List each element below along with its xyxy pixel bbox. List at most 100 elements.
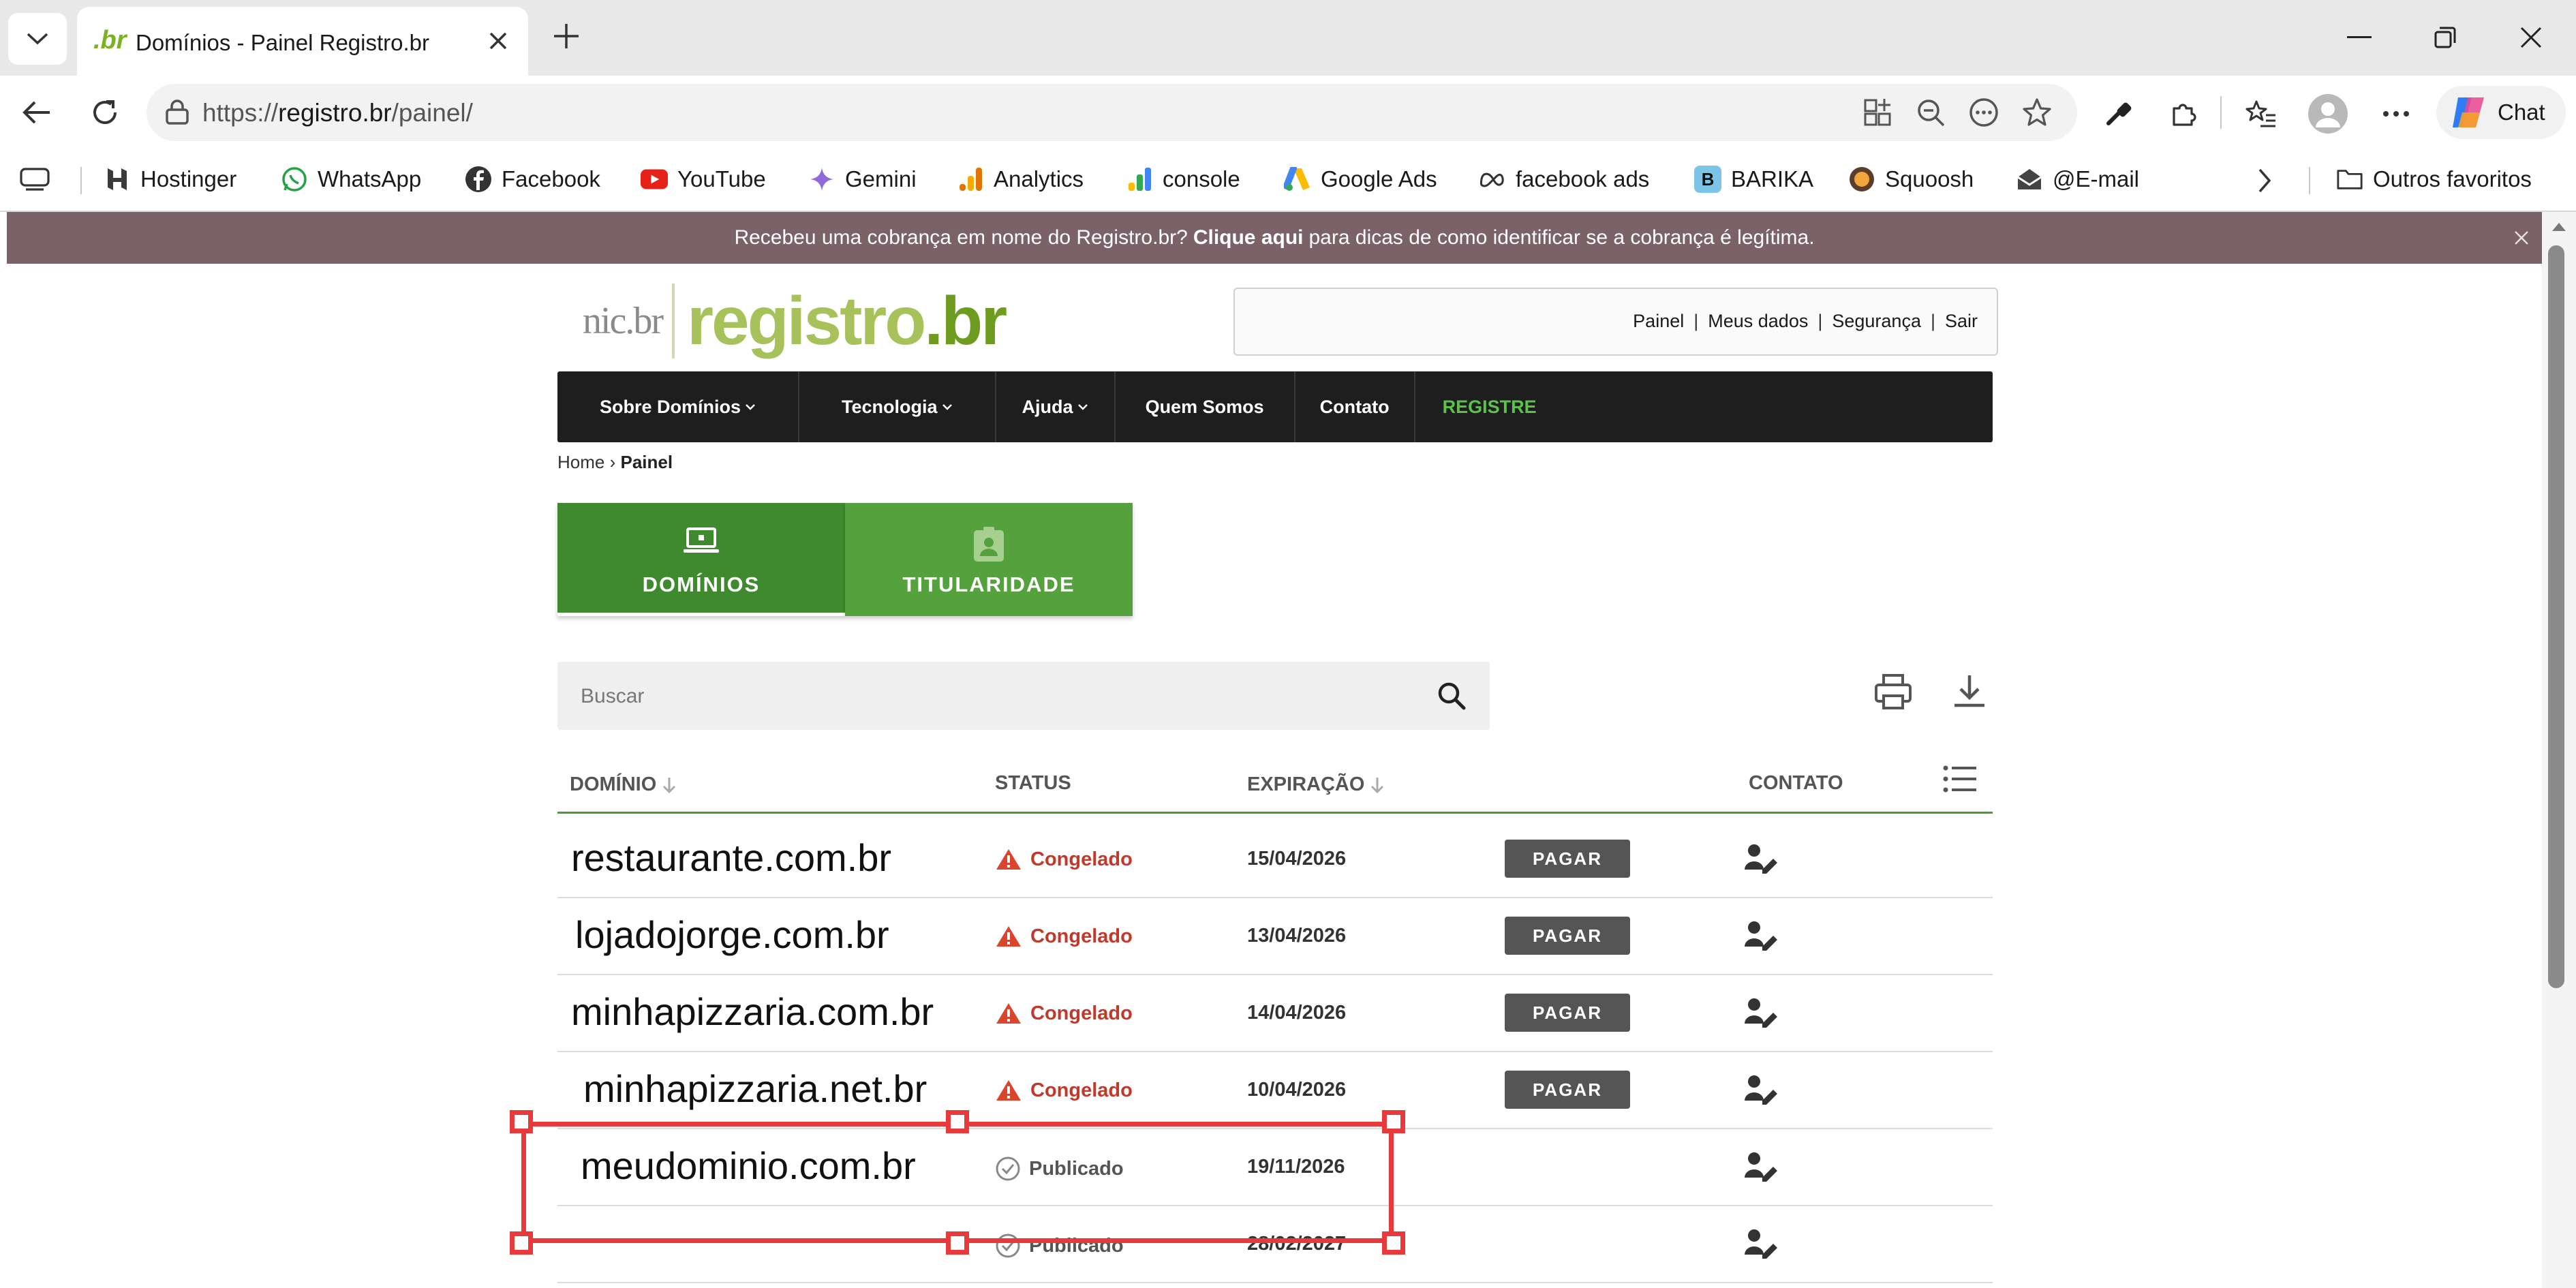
warning-icon [996,1080,1021,1101]
contact-edit-icon[interactable] [1743,1073,1779,1106]
logo-br: .br [924,282,1007,359]
bookmarks-overflow-button[interactable] [2254,166,2275,199]
column-settings-list-icon[interactable] [1941,760,1979,798]
tab-actions-icon [20,168,50,191]
bookmark-analytics[interactable]: Analytics [957,162,1084,197]
separator: | [1693,311,1699,331]
favorite-button[interactable] [2017,92,2057,133]
column-dominio[interactable]: DOMÍNIO [570,773,677,796]
pay-button[interactable]: PAGAR [1505,840,1630,878]
contact-edit-icon[interactable] [1743,996,1779,1029]
nav-quem-somos[interactable]: Quem Somos [1116,371,1295,442]
bookmarks-bar: Hostinger WhatsApp Facebook YouTube Gemi… [0,149,2576,212]
scrollbar-thumb[interactable] [2548,245,2564,988]
address-bar[interactable]: https://registro.br/painel/ [147,84,2077,141]
close-window-button[interactable] [2497,10,2565,65]
download-icon[interactable] [1949,671,1990,712]
selection-handle[interactable] [1382,1110,1405,1133]
domain-name[interactable]: minhapizzaria.com.br [571,990,934,1034]
table-row[interactable]: lojadojorge.com.br Congelado 13/04/2026 PAG… [557,898,1993,975]
eyedropper-extension-button[interactable] [2098,93,2138,134]
nav-sobre-dominios[interactable]: Sobre Domínios [557,371,800,442]
bookmark-console[interactable]: console [1126,162,1240,197]
warning-icon [996,1003,1021,1024]
zoom-button[interactable] [1910,92,1951,133]
pay-button[interactable]: PAGAR [1505,917,1630,955]
user-link-meus-dados[interactable]: Meus dados [1708,311,1808,332]
bookmark-facebook-ads[interactable]: facebook ads [1479,162,1649,197]
chevron-down-icon [746,404,755,410]
tab-list-button[interactable] [8,13,67,65]
pay-button[interactable]: PAGAR [1505,994,1630,1032]
profile-button[interactable] [2307,93,2348,134]
contact-edit-icon[interactable] [1743,1150,1779,1183]
restore-button[interactable] [2411,10,2479,65]
bookmark-label: Squoosh [1885,166,1974,191]
zoom-out-icon [1918,99,1945,127]
ellipsis-icon [2383,111,2409,117]
selection-handle[interactable] [946,1110,969,1133]
table-row[interactable]: minhapizzaria.com.br Congelado 14/04/2026 P… [557,975,1993,1052]
registro-logo[interactable]: nic.br registro .br [583,277,1007,365]
domain-name[interactable]: minhapizzaria.net.br [583,1067,927,1111]
alert-close-button[interactable] [2508,224,2535,251]
bookmark-google-ads[interactable]: Google Ads [1284,162,1437,197]
extensions-button[interactable] [2163,93,2204,134]
nav-ajuda[interactable]: Ajuda [996,371,1116,442]
bookmark-label: Hostinger [140,166,237,191]
tab-titularidade[interactable]: TITULARIDADE [845,503,1133,616]
scroll-up-arrow-icon[interactable] [2551,220,2567,232]
user-link-painel[interactable]: Painel [1633,311,1684,332]
copilot-chat-button[interactable]: Chat [2436,86,2566,139]
user-link-sair[interactable]: Sair [1945,311,1978,332]
domain-name[interactable]: lojadojorge.com.br [575,913,889,957]
contact-edit-icon[interactable] [1743,842,1779,875]
bookmark-youtube[interactable]: YouTube [641,162,766,197]
table-row[interactable]: restaurante.com.br Congelado 15/04/2026 PAG… [557,821,1993,898]
minimize-button[interactable] [2325,10,2393,65]
new-tab-button[interactable] [545,15,587,57]
search-input[interactable] [579,678,1400,715]
selection-handle[interactable] [510,1231,533,1255]
settings-menu-button[interactable] [2376,93,2417,134]
site-info-icon[interactable] [164,99,190,126]
logo-divider [672,283,675,358]
contact-edit-icon[interactable] [1743,1227,1779,1260]
column-expiracao[interactable]: EXPIRAÇÃO [1247,773,1385,796]
table-row[interactable]: minhapizzaria.net.br Congelado 10/04/2026 P… [557,1052,1993,1129]
app-available-button[interactable] [1857,92,1898,133]
print-icon[interactable] [1873,671,1914,712]
nav-contato[interactable]: Contato [1295,371,1415,442]
more-tools-button[interactable] [1963,92,2004,133]
bookmark-hostinger[interactable]: Hostinger [104,162,236,197]
search-icon[interactable] [1435,679,1468,712]
selection-handle[interactable] [1382,1231,1405,1255]
selection-handle[interactable] [510,1110,533,1133]
pay-button[interactable]: PAGAR [1505,1071,1630,1109]
bookmark-gemini[interactable]: Gemini [808,162,917,197]
contact-edit-icon[interactable] [1743,919,1779,952]
bookmarks-divider [2309,167,2310,194]
tab-close-button[interactable] [479,22,517,60]
nav-registre[interactable]: REGISTRE [1415,371,1564,442]
tab-dominios[interactable]: DOMÍNIOS [557,503,845,616]
other-favorites-folder[interactable]: Outros favoritos [2336,162,2532,197]
column-status: STATUS [995,772,1071,795]
back-button[interactable] [14,89,60,136]
bookmark-barika[interactable]: B BARIKA [1694,162,1813,197]
reload-button[interactable] [82,89,128,136]
analytics-icon [957,166,984,193]
user-link-seguranca[interactable]: Segurança [1832,311,1921,332]
bookmark-whatsapp[interactable]: WhatsApp [281,162,421,197]
breadcrumb-home[interactable]: Home [557,452,604,472]
favorites-button[interactable] [2241,93,2282,134]
collections-button[interactable] [19,167,50,195]
bookmark-facebook[interactable]: Facebook [465,162,600,197]
alert-link[interactable]: Clique aqui [1193,226,1304,249]
nav-tecnologia[interactable]: Tecnologia [799,371,996,442]
browser-tab-active[interactable]: .br Domínios - Painel Registro.br [77,7,528,76]
selection-handle[interactable] [946,1231,969,1255]
bookmark-email[interactable]: @E-mail [2016,162,2139,197]
domain-name[interactable]: restaurante.com.br [571,835,891,880]
bookmark-squoosh[interactable]: Squoosh [1848,162,1974,197]
